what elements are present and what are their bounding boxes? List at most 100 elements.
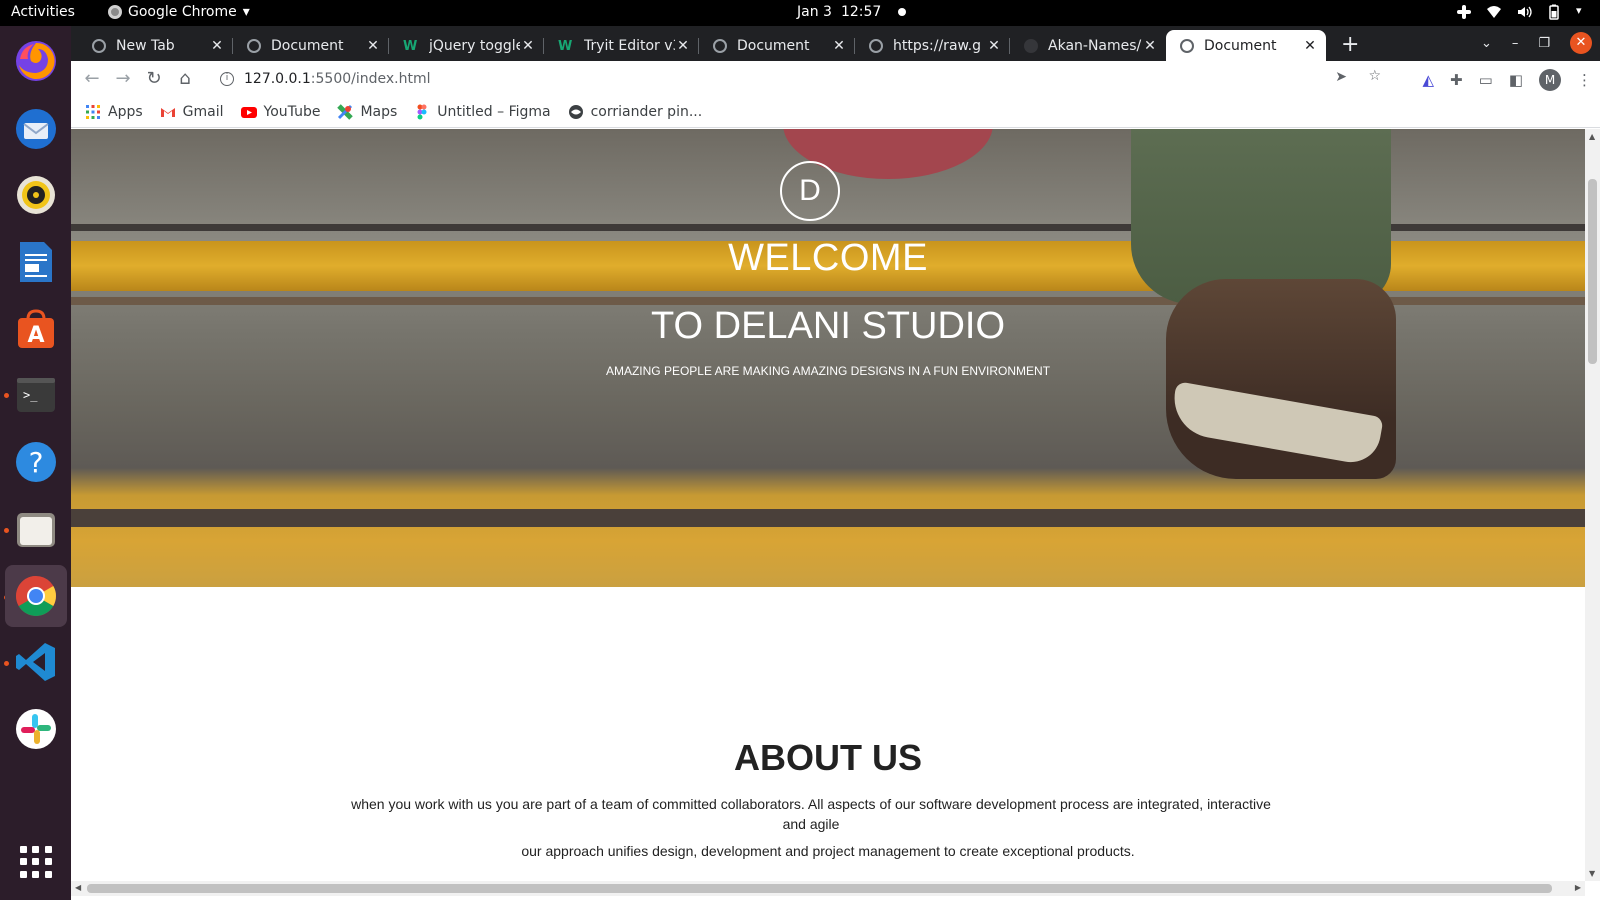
app-menu[interactable]: Google Chrome ▾	[108, 4, 250, 20]
tab-search-chevron-icon[interactable]: ⌄	[1481, 36, 1492, 51]
tab-tryit-editor[interactable]: W Tryit Editor v3 ✕	[544, 30, 699, 61]
tab-label: Tryit Editor v3	[584, 37, 675, 54]
share-icon[interactable]: ➤	[1335, 69, 1347, 85]
libreoffice-writer-icon[interactable]	[13, 239, 59, 285]
rhythmbox-icon[interactable]	[13, 172, 59, 218]
horizontal-scrollbar[interactable]: ◀ ▶	[71, 881, 1585, 896]
extension-icon[interactable]: ◭	[1423, 71, 1435, 89]
running-indicator	[4, 393, 9, 398]
show-applications-icon[interactable]	[20, 846, 52, 878]
globe-icon	[869, 38, 883, 53]
battery-icon	[1546, 4, 1562, 20]
vscode-icon[interactable]	[13, 639, 59, 685]
bookmark-youtube[interactable]: YouTube	[240, 104, 320, 120]
activities-button[interactable]: Activities	[11, 4, 75, 20]
ubuntu-software-icon[interactable]: A	[13, 306, 59, 352]
extensions-puzzle-icon[interactable]: ✚	[1450, 71, 1463, 89]
profile-avatar[interactable]: M	[1539, 69, 1561, 91]
dock: A >_ ?	[0, 26, 71, 900]
tab-label: https://raw.g	[893, 37, 982, 54]
horizontal-scroll-thumb[interactable]	[87, 884, 1552, 893]
thunderbird-icon[interactable]	[13, 106, 59, 152]
chrome-dock-icon[interactable]	[5, 565, 67, 627]
scroll-right-icon[interactable]: ▶	[1575, 883, 1581, 892]
home-icon[interactable]: ⌂	[174, 69, 196, 91]
tab-label: Document	[1204, 37, 1277, 54]
bookmark-gmail[interactable]: Gmail	[160, 104, 224, 120]
tab-close-icon[interactable]: ✕	[520, 38, 536, 54]
figma-icon	[414, 104, 430, 120]
tab-label: Document	[271, 37, 344, 54]
new-tab-button[interactable]: +	[1341, 32, 1359, 57]
cast-icon[interactable]: ▭	[1479, 71, 1493, 89]
files-icon[interactable]	[13, 506, 59, 552]
tab-document-1[interactable]: Document ✕	[233, 30, 389, 61]
scroll-down-icon[interactable]: ▼	[1589, 869, 1595, 878]
minimize-button[interactable]: –	[1512, 36, 1519, 51]
firefox-icon[interactable]	[13, 38, 59, 84]
gmail-icon	[160, 104, 176, 120]
apps-grid-icon	[85, 104, 101, 120]
scroll-up-icon[interactable]: ▲	[1589, 132, 1595, 141]
tab-label: Document	[737, 37, 810, 54]
w3schools-icon: W	[403, 38, 418, 54]
tab-label: Akan-Names/	[1048, 37, 1142, 54]
tab-close-icon[interactable]: ✕	[831, 38, 847, 54]
clock-date: Jan 3	[797, 4, 832, 20]
tab-close-icon[interactable]: ✕	[986, 38, 1002, 54]
close-window-button[interactable]: ✕	[1570, 32, 1592, 54]
vertical-scrollbar[interactable]: ▲ ▼	[1585, 129, 1600, 881]
chrome-icon	[108, 5, 122, 19]
scroll-left-icon[interactable]: ◀	[75, 883, 81, 892]
more-menu-icon[interactable]: ⋮	[1577, 71, 1592, 89]
system-menu-chevron-icon: ▾	[1576, 4, 1582, 17]
tab-close-icon[interactable]: ✕	[675, 38, 691, 54]
system-tray[interactable]: ▾	[1456, 4, 1586, 20]
about-title: ABOUT US	[734, 737, 922, 778]
chevron-down-icon: ▾	[242, 4, 250, 20]
reload-icon[interactable]: ↻	[143, 69, 165, 91]
forward-arrow-icon[interactable]: →	[112, 69, 134, 91]
tab-document-active[interactable]: Document ✕	[1166, 30, 1326, 61]
clock[interactable]: Jan 3 12:57	[797, 4, 907, 20]
restore-button[interactable]: ❐	[1538, 36, 1550, 51]
tab-close-icon[interactable]: ✕	[1142, 38, 1158, 54]
slack-tray-icon	[1456, 4, 1472, 20]
slack-icon[interactable]	[13, 706, 59, 752]
wifi-icon	[1486, 4, 1502, 20]
terminal-icon[interactable]: >_	[13, 372, 59, 418]
browser-toolbar: ← → ↻ ⌂ i 127.0.0.1:5500/index.html ➤ ☆ …	[71, 61, 1600, 97]
bookmark-star-icon[interactable]: ☆	[1368, 68, 1381, 84]
tab-close-icon[interactable]: ✕	[1302, 38, 1318, 54]
system-top-bar: Activities Google Chrome ▾ Jan 3 12:57 ▾	[0, 0, 1600, 26]
tab-close-icon[interactable]: ✕	[209, 38, 225, 54]
tab-label: jQuery toggle	[429, 37, 520, 54]
page-viewport[interactable]: D WELCOME TO DELANI STUDIO AMAZING PEOPL…	[71, 129, 1585, 881]
svg-text:A: A	[27, 323, 44, 348]
bookmark-corriander[interactable]: corriander pin...	[568, 104, 703, 120]
url-host: 127.0.0.1	[244, 71, 311, 87]
bookmark-maps[interactable]: Maps	[337, 104, 397, 120]
bookmark-label: corriander pin...	[590, 104, 703, 120]
tab-raw-github[interactable]: https://raw.g ✕	[855, 30, 1010, 61]
vertical-scroll-thumb[interactable]	[1588, 179, 1597, 364]
address-bar[interactable]: i 127.0.0.1:5500/index.html ➤ ☆	[206, 65, 1381, 93]
bookmark-apps[interactable]: Apps	[85, 104, 143, 120]
tab-jquery-toggle[interactable]: W jQuery toggle ✕	[389, 30, 544, 61]
svg-text:>_: >_	[23, 388, 38, 402]
w3schools-icon: W	[558, 38, 573, 54]
bookmark-label: Untitled – Figma	[437, 104, 551, 120]
tab-strip: New Tab ✕ Document ✕ W jQuery toggle ✕ W…	[71, 26, 1600, 61]
tab-akan-names[interactable]: Akan-Names/ ✕	[1010, 30, 1166, 61]
bookmark-figma[interactable]: Untitled – Figma	[414, 104, 551, 120]
side-panel-icon[interactable]: ◧	[1509, 71, 1523, 89]
back-arrow-icon[interactable]: ←	[81, 69, 103, 91]
help-icon[interactable]: ?	[13, 439, 59, 485]
info-icon[interactable]: i	[220, 72, 234, 86]
tab-close-icon[interactable]: ✕	[365, 38, 381, 54]
bookmark-label: Gmail	[182, 104, 224, 120]
globe-icon	[92, 38, 106, 53]
tab-new-tab[interactable]: New Tab ✕	[78, 30, 233, 61]
tab-document-2[interactable]: Document ✕	[699, 30, 855, 61]
svg-text:?: ?	[29, 446, 44, 479]
